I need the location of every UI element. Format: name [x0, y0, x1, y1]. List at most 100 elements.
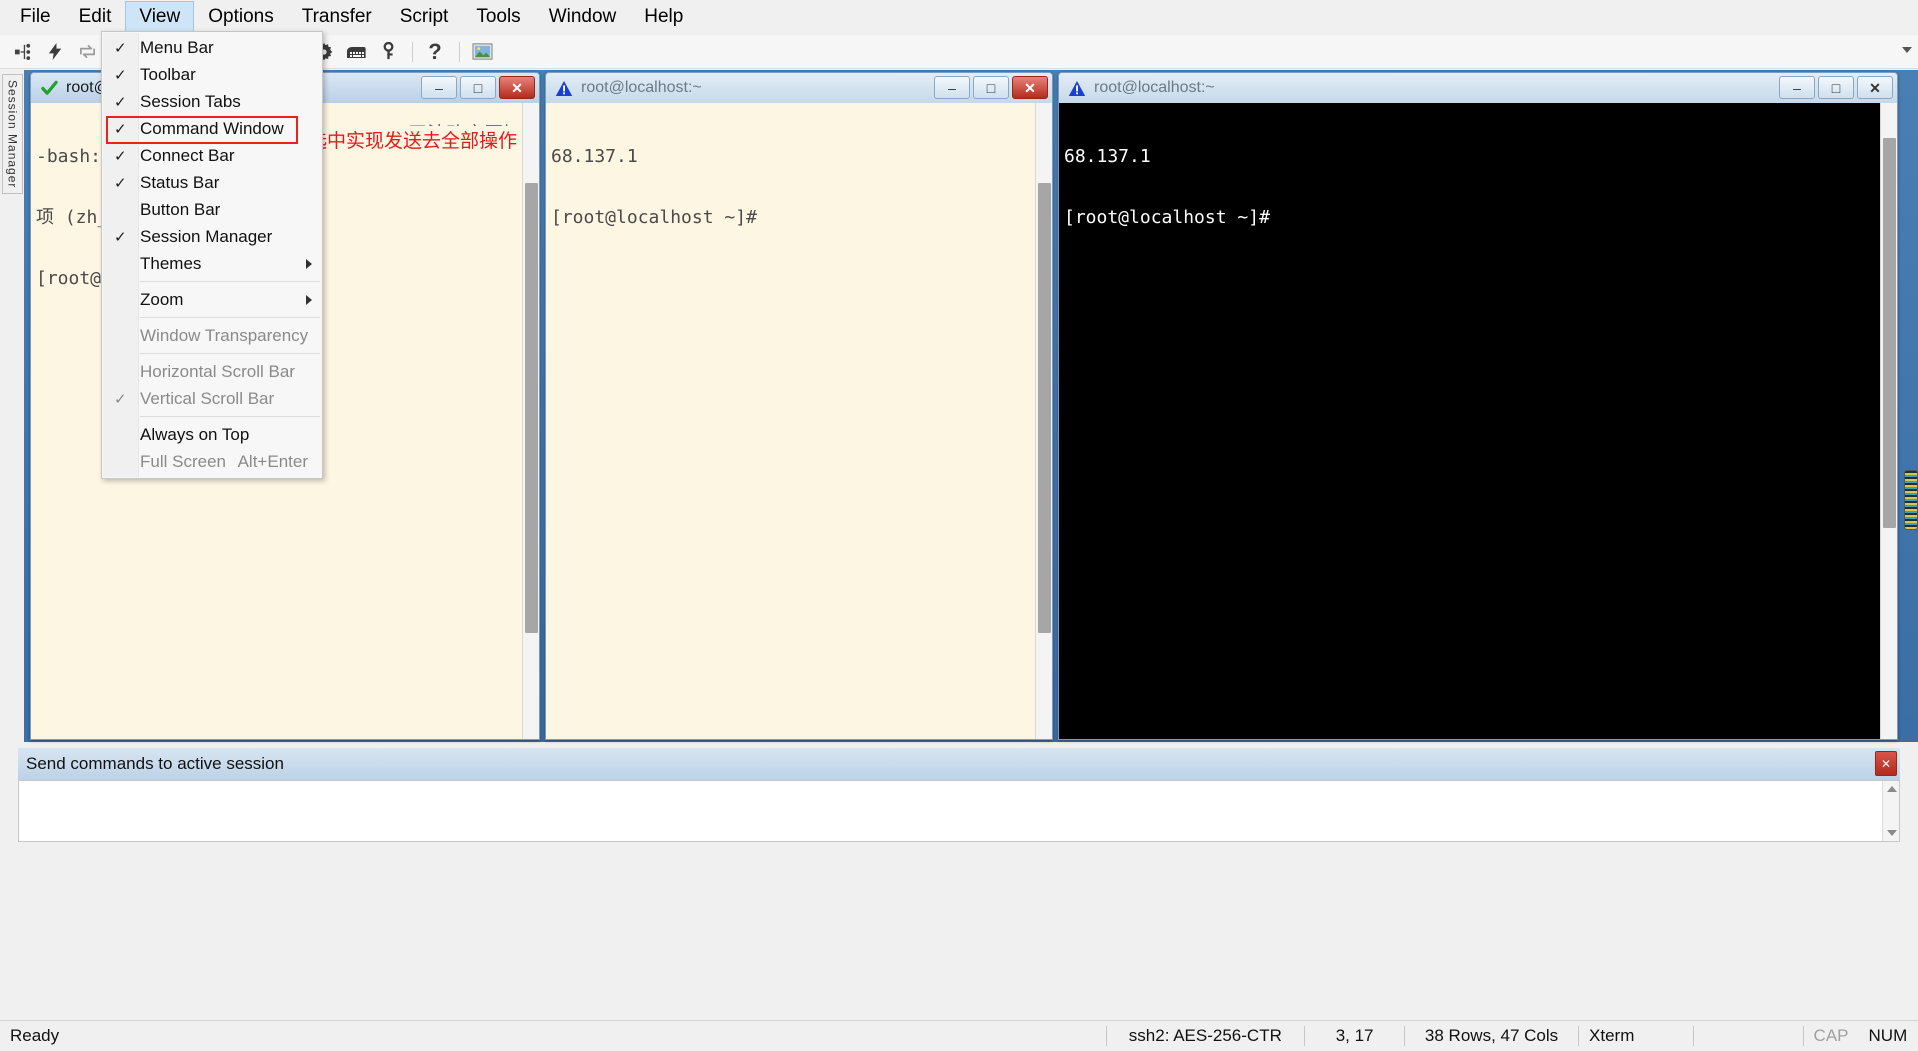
menuitem-toolbar[interactable]: ✓ Toolbar — [102, 61, 322, 88]
menu-tools[interactable]: Tools — [462, 1, 534, 33]
window3-titlebar[interactable]: root@localhost:~ – □ ✕ — [1059, 73, 1897, 103]
window1-minimize-button[interactable]: – — [421, 76, 457, 99]
terminal-window-3[interactable]: root@localhost:~ – □ ✕ 68.137.1 [root@lo… — [1058, 72, 1898, 740]
scroll-up-icon[interactable] — [1887, 786, 1897, 792]
menuitem-themes[interactable]: Themes — [102, 250, 322, 277]
window3-scroll-thumb[interactable] — [1883, 138, 1896, 528]
menuitem-command-window[interactable]: ✓ Command Window — [102, 115, 322, 142]
menuitem-full-screen: Full Screen Alt+Enter — [102, 448, 322, 475]
terminal-line: 68.137.1 — [1064, 145, 1151, 167]
window1-controls: – □ ✕ — [421, 76, 535, 99]
crt-application-window: File Edit View Options Transfer Script T… — [0, 0, 1918, 1051]
chevron-right-icon — [306, 295, 312, 305]
menuitem-label: Zoom — [140, 289, 184, 309]
view-dropdown-menu[interactable]: ✓ Menu Bar ✓ Toolbar ✓ Session Tabs ✓ Co… — [101, 31, 323, 479]
menu-transfer[interactable]: Transfer — [288, 1, 386, 33]
window2-minimize-button[interactable]: – — [934, 76, 970, 99]
terminal-line: [root@localhost ~]# — [1064, 206, 1270, 228]
menu-file[interactable]: File — [6, 1, 65, 33]
workspace-scroll-indicator[interactable] — [1904, 470, 1918, 530]
maximize-icon: □ — [986, 79, 996, 96]
window2-terminal-output[interactable]: 68.137.1 [root@localhost ~]# — [546, 103, 1035, 739]
command-window-close-button[interactable]: ✕ — [1875, 751, 1897, 776]
menu-options[interactable]: Options — [194, 1, 287, 33]
menu-separator — [140, 416, 320, 417]
menuitem-connect-bar[interactable]: ✓ Connect Bar — [102, 142, 322, 169]
menu-script[interactable]: Script — [386, 1, 463, 33]
window2-maximize-button[interactable]: □ — [973, 76, 1009, 99]
menuitem-button-bar[interactable]: Button Bar — [102, 196, 322, 223]
close-icon: ✕ — [1024, 79, 1036, 96]
command-window-header: Send commands to active session ✕ — [18, 748, 1900, 780]
key-icon[interactable] — [373, 38, 403, 66]
window2-scroll-thumb[interactable] — [1038, 183, 1051, 633]
toolbar-divider-4 — [412, 41, 413, 62]
status-bar: Ready ssh2: AES-256-CTR 3, 17 38 Rows, 4… — [0, 1020, 1918, 1051]
menuitem-zoom[interactable]: Zoom — [102, 286, 322, 313]
command-window-scrollbar[interactable] — [1882, 781, 1899, 841]
window2-close-button[interactable]: ✕ — [1012, 76, 1048, 99]
connect-icon[interactable] — [8, 38, 38, 66]
toolbar-overflow-icon[interactable] — [1902, 47, 1912, 53]
menuitem-label: Horizontal Scroll Bar — [140, 361, 295, 381]
menu-separator — [140, 353, 320, 354]
menuitem-label: Toolbar — [140, 64, 196, 84]
menuitem-session-tabs[interactable]: ✓ Session Tabs — [102, 88, 322, 115]
close-icon: ✕ — [1869, 79, 1881, 96]
image-icon[interactable] — [467, 38, 497, 66]
window3-maximize-button[interactable]: □ — [1818, 76, 1854, 99]
check-icon: ✓ — [114, 228, 127, 246]
menu-edit[interactable]: Edit — [65, 1, 126, 33]
session-manager-label: Session Manager — [5, 79, 20, 189]
window3-close-button[interactable]: ✕ — [1857, 76, 1893, 99]
window2-controls: – □ ✕ — [934, 76, 1048, 99]
maximize-icon: □ — [473, 79, 483, 96]
window3-controls: – □ ✕ — [1779, 76, 1893, 99]
status-emulation: Xterm — [1589, 1026, 1635, 1045]
window1-vertical-scrollbar[interactable] — [522, 103, 539, 739]
menuitem-label: Themes — [140, 253, 202, 273]
menu-view[interactable]: View — [125, 1, 195, 33]
minimize-icon: – — [1793, 79, 1801, 96]
menuitem-status-bar[interactable]: ✓ Status Bar — [102, 169, 322, 196]
status-ready: Ready — [10, 1026, 60, 1045]
status-num-indicator: NUM — [1868, 1026, 1908, 1045]
window1-maximize-button[interactable]: □ — [460, 76, 496, 99]
red-annotation-text: 选中实现发送去全部操作 — [308, 130, 518, 152]
scroll-down-icon[interactable] — [1887, 830, 1897, 836]
terminal-line: [root@localhost ~]# — [551, 206, 757, 228]
menuitem-always-on-top[interactable]: Always on Top — [102, 421, 322, 448]
help-icon[interactable]: ? — [420, 38, 450, 66]
menu-separator — [140, 317, 320, 318]
status-dimensions: 38 Rows, 47 Cols — [1424, 1026, 1559, 1045]
window1-close-button[interactable]: ✕ — [499, 76, 535, 99]
command-input[interactable] — [19, 781, 1882, 841]
window2-vertical-scrollbar[interactable] — [1035, 103, 1052, 739]
warning-icon — [555, 79, 573, 97]
menuitem-label: Status Bar — [140, 172, 220, 192]
close-icon: ✕ — [511, 79, 523, 96]
terminal-line: 68.137.1 — [551, 145, 638, 167]
window3-terminal-output[interactable]: 68.137.1 [root@localhost ~]# — [1059, 103, 1880, 739]
sidebar-session-manager-tab[interactable]: Session Manager — [2, 74, 23, 194]
window3-vertical-scrollbar[interactable] — [1880, 103, 1897, 739]
window1-scroll-thumb[interactable] — [525, 183, 538, 633]
menu-help[interactable]: Help — [630, 1, 697, 33]
quick-connect-icon[interactable] — [40, 38, 70, 66]
window3-minimize-button[interactable]: – — [1779, 76, 1815, 99]
command-window-body — [18, 780, 1900, 842]
keymap-editor-icon[interactable] — [341, 38, 371, 66]
window2-titlebar[interactable]: root@localhost:~ – □ ✕ — [546, 73, 1052, 103]
reconnect-icon[interactable] — [72, 38, 102, 66]
status-spacer — [1694, 1021, 1803, 1051]
menuitem-label: Always on Top — [140, 424, 250, 444]
terminal-window-2[interactable]: root@localhost:~ – □ ✕ 68.137.1 [root@lo… — [545, 72, 1053, 740]
status-cipher: ssh2: AES-256-CTR — [1128, 1026, 1282, 1045]
menuitem-menu-bar[interactable]: ✓ Menu Bar — [102, 34, 322, 61]
warning-icon — [1068, 79, 1086, 97]
menuitem-session-manager[interactable]: ✓ Session Manager — [102, 223, 322, 250]
menuitem-label: Command Window — [140, 118, 284, 138]
check-icon: ✓ — [114, 390, 127, 408]
check-icon: ✓ — [114, 39, 127, 57]
menu-window[interactable]: Window — [535, 1, 631, 33]
